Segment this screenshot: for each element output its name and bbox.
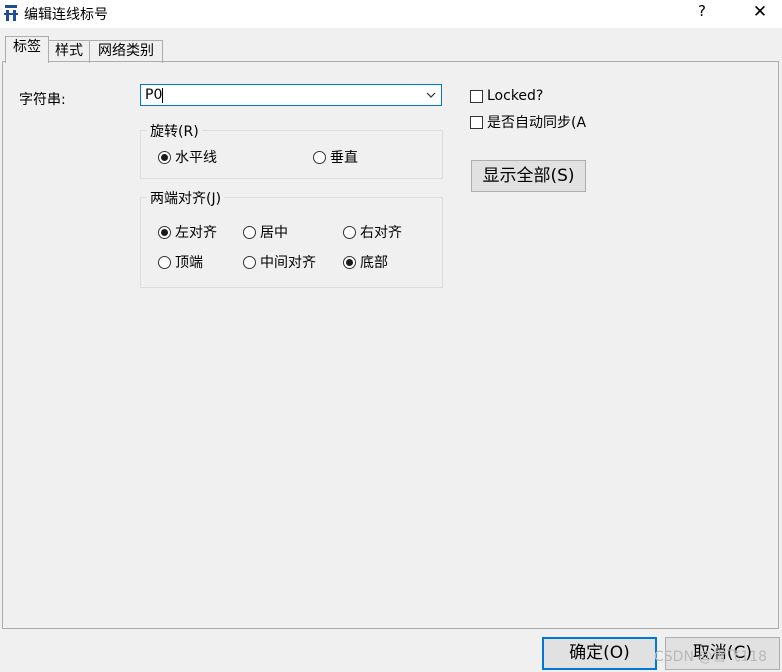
tab-label[interactable]: 标签 [5,36,49,63]
radio-button[interactable] [158,225,171,239]
string-combobox[interactable]: P0 [140,84,442,106]
string-label: 字符串: [19,92,66,108]
justify-group: 两端对齐(J) [140,188,443,288]
title-bar: 编辑连线标号 ? ✕ [0,0,782,28]
checkbox-box[interactable] [470,89,483,103]
locked-checkbox[interactable]: Locked? [470,88,543,104]
radio-align-right[interactable]: 右对齐 [343,222,402,242]
app-icon [4,5,18,21]
ok-button[interactable]: 确定(O) [542,637,657,670]
radio-button[interactable] [343,255,356,269]
radio-align-center[interactable]: 居中 [243,222,288,242]
radio-align-left[interactable]: 左对齐 [158,222,217,242]
radio-button[interactable] [158,255,171,269]
radio-button[interactable] [313,150,326,164]
string-value[interactable]: P0 [145,87,162,103]
radio-align-middle[interactable]: 中间对齐 [243,252,316,272]
show-all-button[interactable]: 显示全部(S) [471,160,586,192]
tab-net-class[interactable]: 网络类别 [89,40,163,63]
radio-button[interactable] [243,255,256,269]
chevron-down-icon[interactable] [425,89,437,101]
radio-align-top[interactable]: 顶端 [158,252,203,272]
rotation-group-title: 旋转(R) [147,121,202,141]
radio-vertical[interactable]: 垂直 [313,147,358,167]
help-button[interactable]: ? [690,2,714,24]
cancel-button[interactable]: 取消(C) [665,637,780,670]
radio-align-bottom[interactable]: 底部 [343,252,388,272]
radio-button[interactable] [158,150,171,164]
justify-group-title: 两端对齐(J) [147,188,225,208]
radio-horizontal[interactable]: 水平线 [158,147,217,167]
tab-style[interactable]: 样式 [48,40,90,63]
checkbox-box[interactable] [470,115,483,129]
auto-sync-checkbox[interactable]: 是否自动同步(A [470,112,586,132]
radio-button[interactable] [343,225,356,239]
window-title: 编辑连线标号 [24,7,108,23]
radio-button[interactable] [243,225,256,239]
text-caret [162,88,163,103]
close-button[interactable]: ✕ [746,2,774,24]
